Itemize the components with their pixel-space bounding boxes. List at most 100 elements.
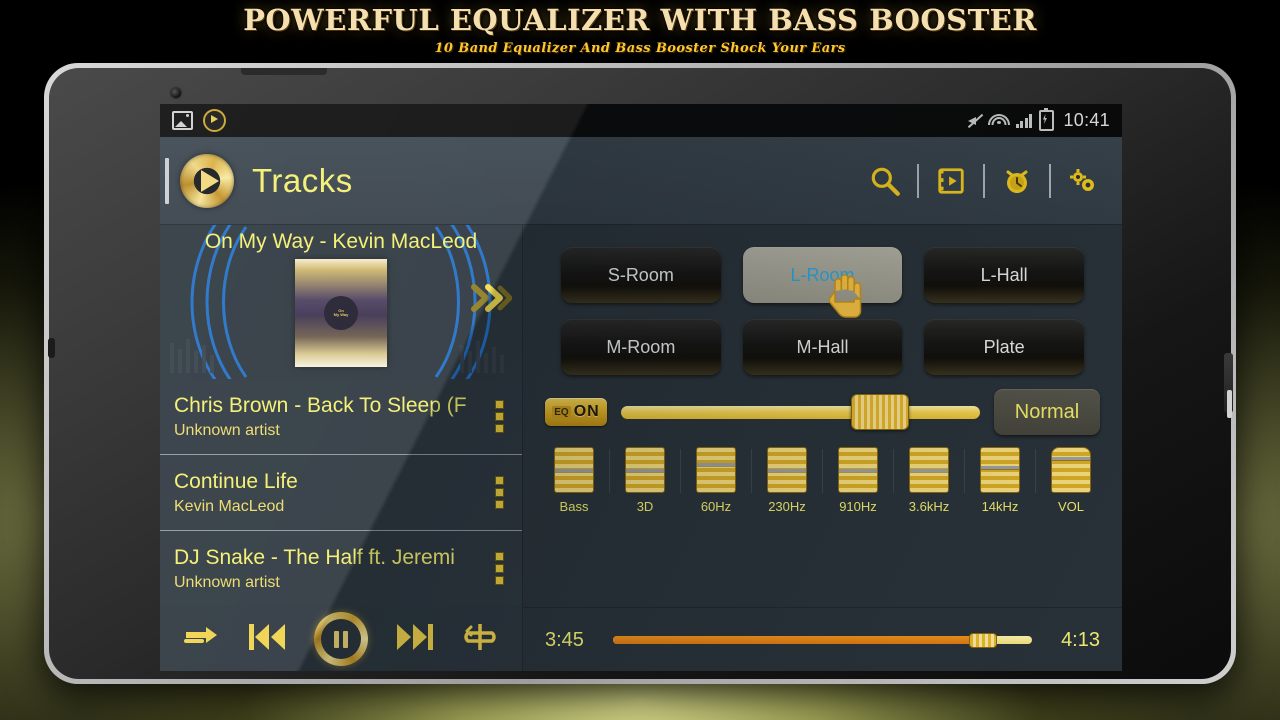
transport-controls xyxy=(160,606,522,671)
app-body: On My Way - Kevin MacLeod On My Way Chri… xyxy=(160,225,1122,671)
preset-label: L-Room xyxy=(790,264,855,285)
now-playing-title: On My Way - Kevin MacLeod xyxy=(204,230,478,253)
status-left-icons xyxy=(172,109,226,132)
front-camera xyxy=(171,88,181,98)
band-slider-bass[interactable]: Bass xyxy=(541,447,610,514)
next-icon[interactable] xyxy=(395,621,435,658)
band-slider-vol[interactable]: VOL xyxy=(1038,447,1104,514)
track-texts: Continue Life Kevin MacLeod xyxy=(174,470,486,516)
band-slider-track[interactable] xyxy=(767,447,807,493)
band-label: 3.6kHz xyxy=(908,499,950,514)
band-slider-thumb[interactable] xyxy=(697,463,735,467)
volume-button[interactable] xyxy=(1227,390,1232,418)
search-icon[interactable] xyxy=(862,158,908,204)
band-label: 910Hz xyxy=(839,499,877,514)
overflow-menu-icon[interactable] xyxy=(486,476,512,509)
seek-bar-thumb[interactable] xyxy=(968,632,997,648)
band-slider-track[interactable] xyxy=(696,447,736,493)
band-label: 60Hz xyxy=(700,499,732,514)
video-add-icon[interactable] xyxy=(928,158,974,204)
battery-icon xyxy=(1039,108,1055,131)
previous-icon[interactable] xyxy=(247,621,287,658)
left-side-button[interactable] xyxy=(48,338,55,358)
pause-icon[interactable] xyxy=(313,612,368,666)
band-slider-910hz[interactable]: 910Hz xyxy=(825,447,894,514)
preset-button-s-room[interactable]: S-Room xyxy=(561,247,721,303)
track-artist: Unknown artist xyxy=(174,421,280,439)
album-art-label: On My Way xyxy=(324,296,358,330)
band-divider xyxy=(680,449,681,493)
table-row[interactable]: DJ Snake - The Half ft. Jeremi Unknown a… xyxy=(160,530,522,606)
elapsed-time: 3:45 xyxy=(545,628,584,651)
seek-bar-fill xyxy=(613,636,982,644)
eq-preset-button[interactable]: Normal xyxy=(994,389,1100,435)
band-divider xyxy=(751,449,752,493)
band-slider-14khz[interactable]: 14kHz xyxy=(967,447,1036,514)
band-slider-thumb[interactable] xyxy=(768,469,806,472)
seek-bar[interactable] xyxy=(613,632,1032,648)
playlist-pane: On My Way - Kevin MacLeod On My Way Chri… xyxy=(160,225,522,671)
band-slider-track[interactable] xyxy=(838,447,878,493)
band-slider-track[interactable] xyxy=(554,447,594,493)
preset-button-l-room[interactable]: L-Room xyxy=(742,247,903,318)
band-slider-thumb[interactable] xyxy=(555,469,593,472)
screenshot-stage: POWERFUL EQUALIZER WITH BASS BOOSTER 10 … xyxy=(0,0,1280,720)
tablet-device: 10:41 Tracks On My Way - Kevin MacLeod O… xyxy=(44,63,1236,684)
album-art: On My Way xyxy=(295,259,387,367)
android-status-bar: 10:41 xyxy=(160,104,1122,137)
toolbar-divider xyxy=(983,163,985,198)
band-label: 14kHz xyxy=(981,499,1019,514)
master-slider-thumb[interactable] xyxy=(851,394,910,430)
app-header: Tracks xyxy=(160,137,1122,225)
band-divider xyxy=(964,449,965,493)
track-texts: Chris Brown - Back To Sleep (F Unknown a… xyxy=(174,394,486,440)
shuffle-arrow-icon[interactable] xyxy=(183,624,220,655)
band-slider-3d[interactable]: 3D xyxy=(612,447,681,514)
preset-button-plate[interactable]: Plate xyxy=(924,319,1084,375)
band-slider-row: Bass 3D 60Hz 230Hz 910Hz 3.6kHz 14kHz VOL xyxy=(523,435,1122,514)
band-divider xyxy=(893,449,894,493)
preset-button-m-room[interactable]: M-Room xyxy=(561,319,721,375)
band-slider-track[interactable] xyxy=(1051,447,1091,493)
band-label: 3D xyxy=(636,499,654,514)
band-slider-thumb[interactable] xyxy=(910,469,948,472)
preset-label: S-Room xyxy=(607,264,674,285)
eq-toggle-state: ON xyxy=(573,403,600,420)
banner-title: POWERFUL EQUALIZER WITH BASS BOOSTER xyxy=(243,3,1037,37)
header-left: Tracks xyxy=(160,153,353,208)
band-slider-thumb[interactable] xyxy=(839,469,877,472)
band-slider-60hz[interactable]: 60Hz xyxy=(683,447,752,514)
eq-toggle-button[interactable]: EQ ON xyxy=(545,398,607,426)
eq-toggle-eq-label: EQ xyxy=(552,405,571,419)
alarm-clock-icon[interactable] xyxy=(994,158,1040,204)
band-slider-thumb[interactable] xyxy=(626,469,664,472)
total-time: 4:13 xyxy=(1061,628,1100,651)
band-slider-36khz[interactable]: 3.6kHz xyxy=(896,447,965,514)
settings-gears-icon[interactable] xyxy=(1060,158,1106,204)
band-slider-track[interactable] xyxy=(909,447,949,493)
header-toolbar xyxy=(862,158,1122,204)
band-slider-thumb[interactable] xyxy=(1052,457,1090,461)
overflow-menu-icon[interactable] xyxy=(486,400,512,433)
band-slider-track[interactable] xyxy=(980,447,1020,493)
toolbar-divider xyxy=(917,163,919,198)
band-slider-track[interactable] xyxy=(625,447,665,493)
status-clock: 10:41 xyxy=(1063,110,1110,130)
band-slider-thumb[interactable] xyxy=(981,466,1019,470)
band-divider xyxy=(822,449,823,493)
overflow-menu-icon[interactable] xyxy=(486,552,512,585)
table-row[interactable]: Chris Brown - Back To Sleep (F Unknown a… xyxy=(160,379,522,454)
preset-button-m-hall[interactable]: M-Hall xyxy=(742,319,903,375)
mute-icon xyxy=(967,113,984,129)
band-slider-230hz[interactable]: 230Hz xyxy=(754,447,823,514)
double-chevron-right-icon[interactable] xyxy=(470,283,513,318)
wifi-icon xyxy=(988,113,1011,128)
band-divider xyxy=(1035,449,1036,493)
status-right-icons: 10:41 xyxy=(967,108,1110,131)
table-row[interactable]: Continue Life Kevin MacLeod xyxy=(160,454,522,530)
preset-button-l-hall[interactable]: L-Hall xyxy=(924,247,1084,303)
track-texts: DJ Snake - The Half ft. Jeremi Unknown a… xyxy=(174,546,486,592)
band-label: VOL xyxy=(1057,499,1084,514)
master-slider[interactable] xyxy=(621,394,980,430)
repeat-icon[interactable] xyxy=(462,622,498,657)
